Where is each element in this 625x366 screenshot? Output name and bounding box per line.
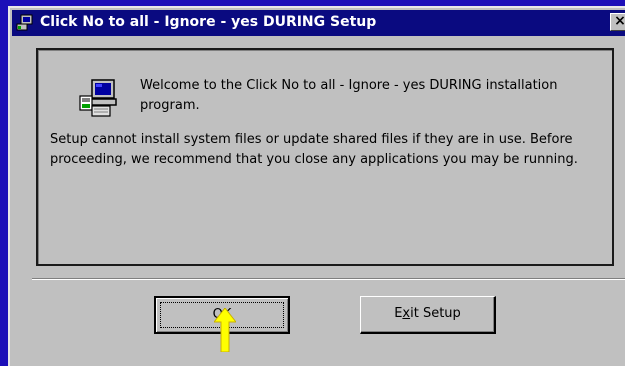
welcome-message: Welcome to the Click No to all - Ignore … xyxy=(140,78,558,113)
exit-setup-button[interactable]: Exit Setup xyxy=(360,296,496,334)
setup-notice: Setup cannot install system files or upd… xyxy=(50,132,578,167)
setup-dialog-window: Click No to all - Ignore - yes DURING Se… xyxy=(8,6,625,366)
exit-setup-button-label: Exit Setup xyxy=(394,306,461,321)
close-icon: × xyxy=(614,13,625,29)
title-bar[interactable]: Click No to all - Ignore - yes DURING Se… xyxy=(12,10,625,36)
setup-computer-icon xyxy=(78,78,118,118)
message-panel: Welcome to the Click No to all - Ignore … xyxy=(36,48,614,266)
setup-computer-icon xyxy=(16,14,34,32)
yellow-arrow-icon xyxy=(212,307,238,353)
divider xyxy=(32,278,625,280)
window-title: Click No to all - Ignore - yes DURING Se… xyxy=(40,14,377,30)
close-button[interactable]: × xyxy=(610,13,625,31)
